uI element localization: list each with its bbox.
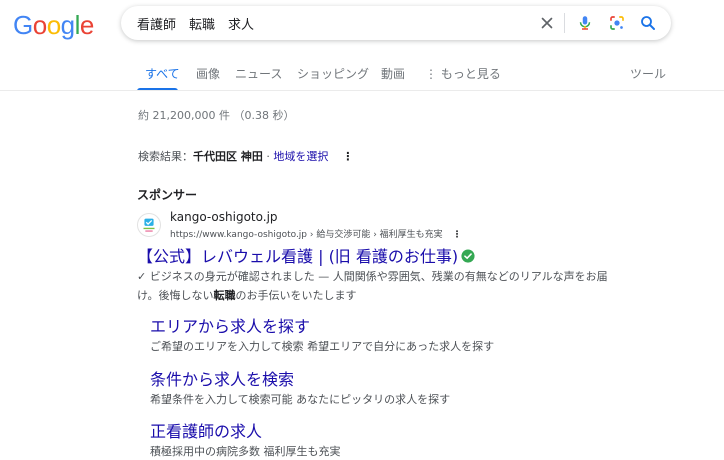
location-place: 千代田区 神田 bbox=[193, 150, 263, 163]
search-divider bbox=[564, 13, 565, 33]
logo-letter: g bbox=[60, 10, 75, 40]
ad-more-icon[interactable]: ⋮ bbox=[453, 230, 462, 240]
google-logo[interactable]: Google bbox=[13, 10, 94, 40]
sitelink-area-search: エリアから求人を探す ご希望のエリアを入力して検索 希望エリアで自分にあった求人… bbox=[150, 317, 494, 355]
logo-letter: o bbox=[46, 10, 61, 40]
sitelink-title[interactable]: エリアから求人を探す bbox=[150, 317, 494, 337]
sitelink-registered-nurse: 正看護師の求人 積極採用中の病院多数 福利厚生も充実 bbox=[150, 422, 341, 460]
ad-title-text: 【公式】レバウェル看護 | (旧 看護のお仕事) bbox=[137, 247, 459, 266]
mic-icon[interactable] bbox=[576, 14, 594, 32]
verified-check-icon bbox=[461, 249, 475, 263]
site-favicon-icon bbox=[137, 213, 161, 237]
tab-all[interactable]: すべて bbox=[145, 65, 180, 82]
tab-videos[interactable]: 動画 bbox=[381, 65, 405, 82]
tools-button[interactable]: ツール bbox=[630, 65, 666, 82]
logo-letter: e bbox=[79, 10, 94, 40]
tab-news[interactable]: ニュース bbox=[235, 65, 282, 82]
choose-area-link[interactable]: 地域を選択 bbox=[273, 150, 328, 163]
sitelink-desc: ご希望のエリアを入力して検索 希望エリアで自分にあった求人を探す bbox=[150, 340, 495, 353]
result-stats: 約 21,200,000 件 （0.38 秒） bbox=[138, 109, 295, 122]
close-icon[interactable] bbox=[538, 14, 556, 32]
ad-title-link[interactable]: 【公式】レバウェル看護 | (旧 看護のお仕事) bbox=[137, 243, 475, 267]
check-icon: ✓ bbox=[137, 270, 150, 283]
search-input[interactable] bbox=[137, 6, 517, 40]
sitelink-title[interactable]: 条件から求人を検索 bbox=[150, 370, 450, 390]
sitelink-desc: 希望条件を入力して検索可能 あなたにピッタリの求人を探す bbox=[150, 393, 451, 406]
lens-icon[interactable] bbox=[608, 14, 626, 32]
logo-letter: o bbox=[32, 10, 47, 40]
ad-site-name[interactable]: kango-oshigoto.jp bbox=[170, 210, 278, 224]
logo-letter: G bbox=[13, 10, 33, 40]
ad-url-text[interactable]: https://www.kango-oshigoto.jp › 給与交渉可能 ›… bbox=[170, 230, 443, 240]
location-more-icon[interactable]: ⋮ bbox=[342, 150, 354, 163]
location-separator: · bbox=[262, 150, 274, 163]
search-box bbox=[121, 6, 671, 40]
sitelink-title[interactable]: 正看護師の求人 bbox=[150, 422, 341, 442]
search-icon[interactable] bbox=[639, 14, 657, 32]
sponsored-label: スポンサー bbox=[137, 188, 198, 202]
sitelink-condition-search: 条件から求人を検索 希望条件を入力して検索可能 あなたにピッタリの求人を探す bbox=[150, 370, 450, 408]
ad-desc-bold: 転職 bbox=[213, 289, 236, 302]
ad-desc-text-end: のお手伝いをいたします bbox=[235, 289, 357, 302]
header-divider bbox=[0, 90, 724, 91]
location-prefix: 検索結果： bbox=[138, 150, 193, 163]
ad-desc-text: ビジネスの身元が確認されました — 人間関係や雰囲気、残業の有無などのリアルな声… bbox=[137, 270, 608, 302]
sitelink-desc: 積極採用中の病院多数 福利厚生も充実 bbox=[150, 445, 341, 458]
tab-more[interactable]: ⋮ もっと見る bbox=[425, 65, 501, 82]
location-line: 検索結果：千代田区 神田 · 地域を選択 ⋮ bbox=[138, 148, 354, 164]
tab-images[interactable]: 画像 bbox=[196, 65, 220, 82]
ad-site-url: https://www.kango-oshigoto.jp › 給与交渉可能 ›… bbox=[170, 227, 462, 240]
tab-shopping[interactable]: ショッピング bbox=[297, 65, 369, 82]
ad-description: ✓ ビジネスの身元が確認されました — 人間関係や雰囲気、残業の有無などのリアル… bbox=[137, 267, 617, 305]
